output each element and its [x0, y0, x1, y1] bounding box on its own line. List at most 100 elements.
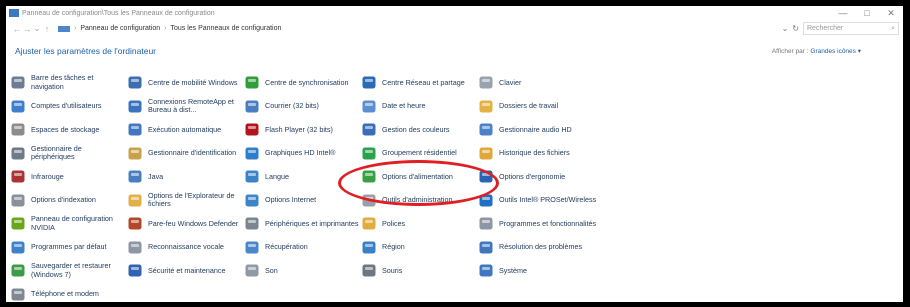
cp-item[interactable]: Langue [244, 165, 361, 189]
forward-arrow-icon[interactable]: → [22, 24, 32, 34]
control-panel-items: Barre des tâches et navigation Centre de … [10, 71, 658, 306]
language-icon [244, 169, 260, 184]
cp-item[interactable]: Options d'indexation [10, 189, 127, 213]
cp-item[interactable]: Programmes et fonctionnalités [478, 212, 658, 236]
search-input[interactable]: Rechercher ⌕ [803, 22, 899, 35]
cp-item-label: Espaces de stockage [31, 124, 100, 134]
view-by: Afficher par : Grandes icônes ▾ [771, 48, 861, 55]
cp-item[interactable]: Pare-feu Windows Defender [127, 212, 244, 236]
region-icon [361, 240, 377, 255]
flash-icon [244, 122, 260, 137]
cp-item[interactable]: Panneau de configuration NVIDIA [10, 212, 127, 236]
cp-item[interactable]: Son [244, 259, 361, 283]
internet-icon [244, 193, 260, 208]
cp-item[interactable]: Gestionnaire d'identification [127, 142, 244, 166]
intel-graphics-icon [244, 146, 260, 161]
fonts-icon [361, 216, 377, 231]
cp-item[interactable]: Système [478, 259, 658, 283]
breadcrumb-control-panel[interactable]: Panneau de configuration [80, 25, 160, 32]
cp-item[interactable]: Options d'ergonomie [478, 165, 658, 189]
view-by-dropdown[interactable]: Grandes icônes ▾ [810, 48, 861, 55]
cp-item-label: Système [499, 265, 527, 275]
cp-item[interactable]: Centre de mobilité Windows [127, 71, 244, 95]
recent-dropdown-icon[interactable]: ⌄ [32, 23, 42, 34]
cp-item[interactable]: Gestionnaire de périphériques [10, 142, 127, 166]
cp-item-label: Périphériques et imprimantes [265, 218, 359, 228]
cp-item-label: Options d'ergonomie [499, 171, 566, 181]
cp-item[interactable]: Reconnaissance vocale [127, 236, 244, 260]
cp-item[interactable]: Barre des tâches et navigation [10, 71, 127, 95]
cp-item-label: Centre Réseau et partage [382, 77, 465, 87]
java-icon [127, 169, 143, 184]
mouse-icon [361, 263, 377, 278]
cp-item[interactable]: Dossiers de travail [478, 95, 658, 119]
cp-item[interactable]: Téléphone et modem [10, 283, 127, 307]
infrared-icon [10, 169, 26, 184]
cp-item[interactable]: Historique des fichiers [478, 142, 658, 166]
cp-item-label: Récupération [265, 242, 308, 252]
cp-item[interactable]: Outils Intel® PROSet/Wireless [478, 189, 658, 213]
address-dropdown-icon[interactable]: ⌄ [782, 24, 789, 33]
cp-item[interactable]: Options de l'Explorateur de fichiers [127, 189, 244, 213]
cp-item-label: Gestion des couleurs [382, 124, 450, 134]
microphone-icon [127, 240, 143, 255]
window-title: Panneau de configuration\Tous les Pannea… [22, 9, 215, 17]
cp-item[interactable]: Sécurité et maintenance [127, 259, 244, 283]
cp-item[interactable]: Date et heure [361, 95, 478, 119]
search-placeholder: Rechercher [807, 25, 844, 32]
ease-icon [478, 169, 494, 184]
cp-item[interactable]: Espaces de stockage [10, 118, 127, 142]
refresh-icon[interactable]: ↻ [792, 24, 799, 33]
cp-item-label: Groupement résidentiel [382, 148, 457, 158]
minimize-button[interactable]: — [831, 6, 855, 20]
close-button[interactable]: ✕ [879, 6, 903, 20]
cp-item-label: Polices [382, 218, 406, 228]
cp-item[interactable]: Options d'alimentation [361, 165, 478, 189]
address-bar: ← → ⌄ ↑ › Panneau de configuration › Tou… [6, 20, 903, 37]
cp-item-label: Résolution des problèmes [499, 242, 583, 252]
back-arrow-icon[interactable]: ← [12, 24, 22, 34]
cp-item[interactable]: Clavier [478, 71, 658, 95]
cp-item[interactable]: Outils d'administration [361, 189, 478, 213]
cp-item[interactable]: Options Internet [244, 189, 361, 213]
indexing-icon [10, 193, 26, 208]
cp-item[interactable]: Connexions RemoteApp et Bureau à dist... [127, 95, 244, 119]
cp-item[interactable]: Programmes par défaut [10, 236, 127, 260]
breadcrumb-all-items[interactable]: Tous les Panneaux de configuration [170, 25, 281, 32]
maximize-button[interactable]: □ [855, 6, 879, 20]
cp-item[interactable]: Polices [361, 212, 478, 236]
cp-item-label: Flash Player (32 bits) [265, 124, 333, 134]
devices-icon [10, 146, 26, 161]
cp-item[interactable]: Centre de synchronisation [244, 71, 361, 95]
cp-item[interactable]: Gestion des couleurs [361, 118, 478, 142]
cp-item[interactable]: Graphiques HD Intel® [244, 142, 361, 166]
up-arrow-icon[interactable]: ↑ [42, 24, 52, 34]
cp-item[interactable]: Java [127, 165, 244, 189]
cp-item[interactable]: Comptes d'utilisateurs [10, 95, 127, 119]
control-panel-small-icon [58, 25, 70, 32]
cp-item[interactable]: Courrier (32 bits) [244, 95, 361, 119]
cp-item[interactable]: Sauvegarder et restaurer (Windows 7) [10, 259, 127, 283]
cp-item[interactable]: Gestionnaire audio HD [478, 118, 658, 142]
cp-item[interactable]: Infrarouge [10, 165, 127, 189]
color-icon [361, 122, 377, 137]
keyboard-icon [478, 75, 494, 90]
cp-item[interactable]: Souris [361, 259, 478, 283]
page-title: Ajuster les paramètres de l'ordinateur [15, 46, 156, 56]
cp-item-label: Sécurité et maintenance [148, 265, 226, 275]
cp-item[interactable]: Résolution des problèmes [478, 236, 658, 260]
cp-item-label: Panneau de configuration NVIDIA [31, 214, 113, 232]
cp-item[interactable]: Groupement résidentiel [361, 142, 478, 166]
cp-item[interactable]: Périphériques et imprimantes [244, 212, 361, 236]
cp-item[interactable]: Récupération [244, 236, 361, 260]
system-icon [478, 263, 494, 278]
cp-item-label: Comptes d'utilisateurs [31, 101, 102, 111]
filehistory-icon [478, 146, 494, 161]
cp-item-label: Langue [265, 171, 289, 181]
cp-item[interactable]: Région [361, 236, 478, 260]
cp-item[interactable]: Centre Réseau et partage [361, 71, 478, 95]
cp-item[interactable]: Exécution automatique [127, 118, 244, 142]
cp-item[interactable]: Flash Player (32 bits) [244, 118, 361, 142]
explorer-options-icon [127, 193, 143, 208]
nvidia-icon [10, 216, 26, 231]
